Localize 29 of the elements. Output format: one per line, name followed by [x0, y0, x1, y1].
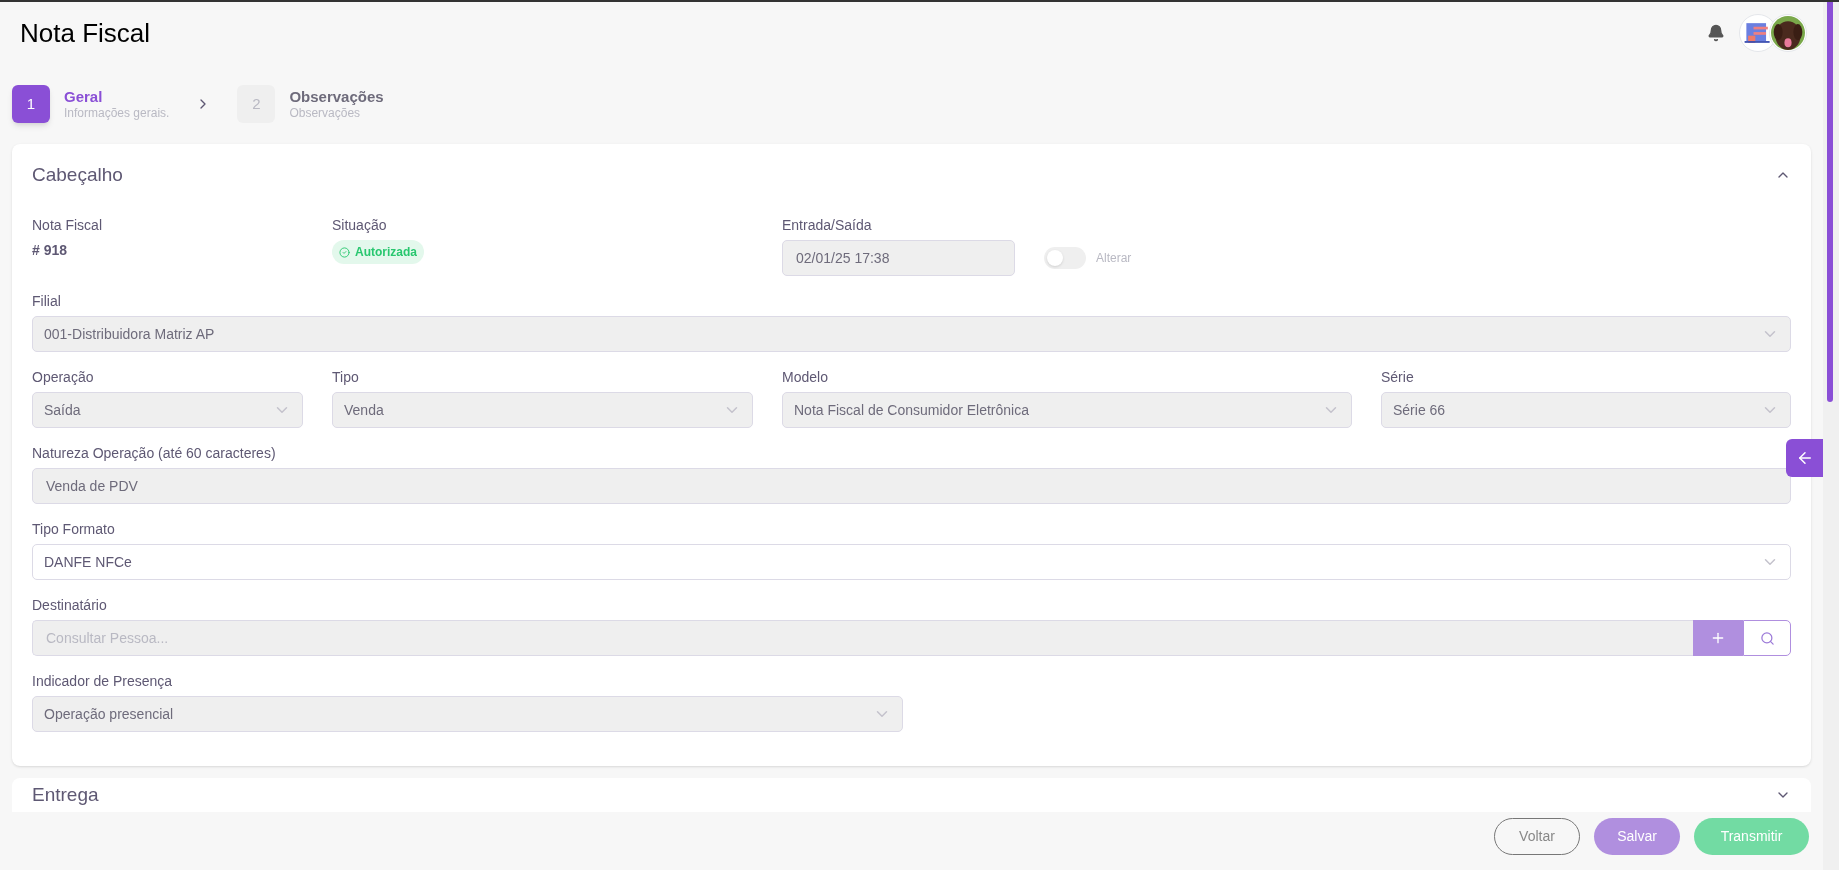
- field-label: Natureza Operação (até 60 caracteres): [32, 444, 277, 462]
- search-icon: [1759, 630, 1775, 646]
- back-arrow-button[interactable]: [1786, 439, 1823, 477]
- toggle-switch[interactable]: [1044, 247, 1086, 269]
- invoice-number: # 918: [32, 241, 69, 260]
- field-label: Situação: [332, 216, 387, 234]
- field-label: Indicador de Presença: [32, 672, 174, 690]
- toggle-label: Alterar: [1096, 250, 1132, 267]
- notification-bell-icon[interactable]: [1707, 24, 1725, 42]
- section-title: Cabeçalho: [32, 162, 123, 187]
- field-label: Filial: [32, 292, 62, 310]
- date-field[interactable]: 02/01/25 17:38: [782, 240, 1015, 276]
- search-button[interactable]: [1743, 620, 1791, 656]
- field-label: Modelo: [782, 368, 829, 386]
- status-badge: Autorizada: [332, 240, 424, 264]
- field-label: Tipo Formato: [32, 520, 116, 538]
- step-tab[interactable]: 1 Geral Informações gerais.: [12, 85, 170, 123]
- field-label: Entrada/Saída: [782, 216, 873, 234]
- footer-button[interactable]: Salvar: [1594, 817, 1680, 855]
- section-title: Entrega: [32, 784, 99, 806]
- field-label: Operação: [32, 368, 95, 386]
- plus-icon: [1710, 630, 1726, 646]
- field-label: Tipo: [332, 368, 360, 386]
- select-field[interactable]: DANFE NFCe: [32, 544, 1791, 580]
- field-label: Série: [1381, 368, 1415, 386]
- field-label: Nota Fiscal: [32, 216, 104, 234]
- scrollbar-thumb[interactable]: [1827, 2, 1833, 402]
- page-title: Nota Fiscal: [20, 16, 151, 50]
- field-label: Destinatário: [32, 596, 108, 614]
